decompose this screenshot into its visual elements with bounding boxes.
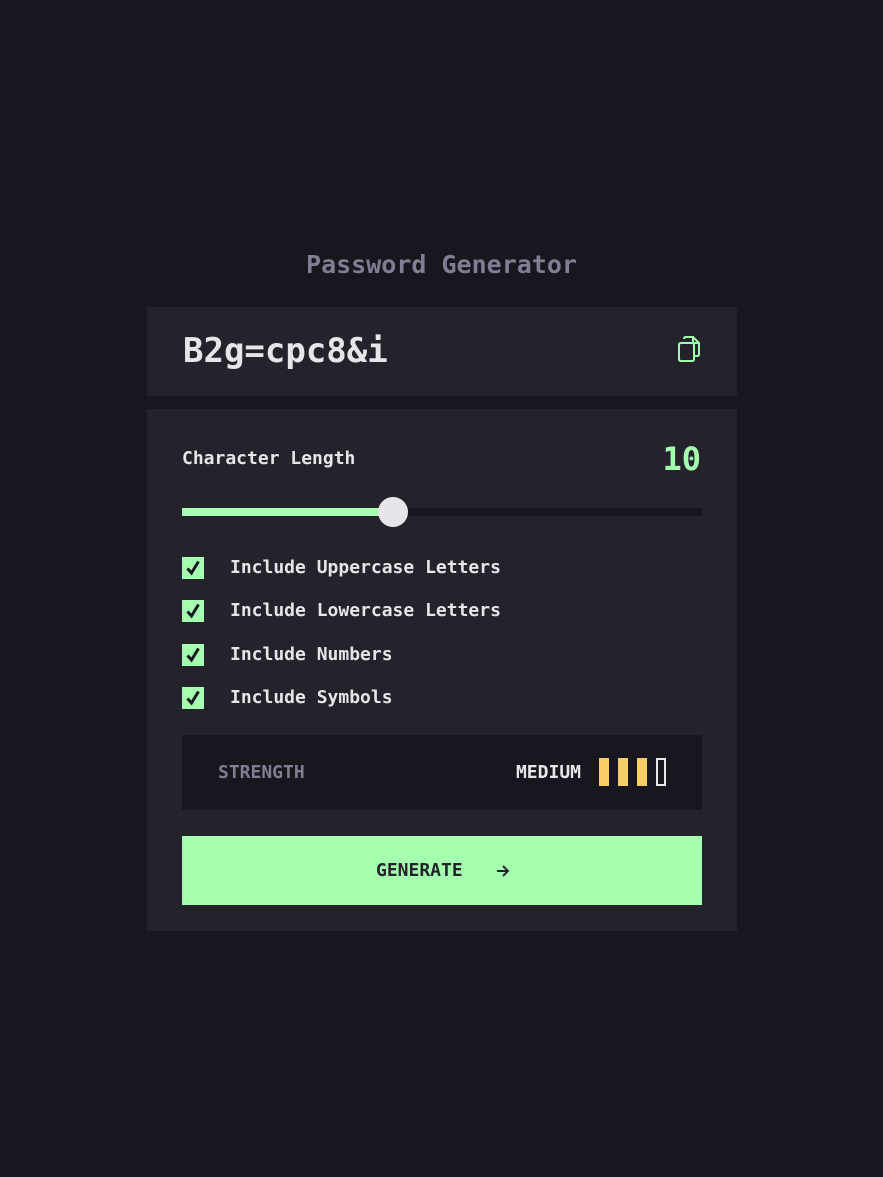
app-title: Password Generator: [306, 250, 577, 279]
generate-button[interactable]: GENERATE: [182, 836, 702, 905]
option-label-lowercase: Include Lowercase Letters: [230, 600, 501, 621]
option-label-symbols: Include Symbols: [230, 687, 393, 708]
checkmark-icon: [186, 603, 200, 619]
strength-bars: [599, 758, 667, 787]
slider-thumb[interactable]: [377, 497, 408, 527]
checkmark-icon: [186, 560, 200, 576]
copy-button[interactable]: [677, 336, 705, 368]
character-length-value: 10: [662, 440, 701, 478]
strength-bar: [656, 758, 666, 786]
checkmark-icon: [186, 690, 200, 706]
arrow-right-icon: [497, 865, 510, 877]
numbers-checkbox[interactable]: [182, 644, 204, 666]
settings-panel: Character Length 10 Include Uppercase Le…: [147, 409, 737, 931]
password-display: B2g=cpc8&i: [147, 307, 737, 396]
strength-bar: [637, 758, 647, 786]
lowercase-checkbox[interactable]: [182, 600, 204, 622]
strength-label: STRENGTH: [218, 762, 305, 783]
option-label-uppercase: Include Uppercase Letters: [230, 557, 501, 578]
strength-bar: [618, 758, 628, 786]
length-slider[interactable]: [182, 497, 702, 527]
character-length-label: Character Length: [182, 448, 356, 469]
generated-password: B2g=cpc8&i: [183, 331, 388, 371]
symbols-checkbox[interactable]: [182, 687, 204, 709]
copy-icon: [678, 336, 700, 362]
option-label-numbers: Include Numbers: [230, 644, 393, 665]
slider-fill: [182, 508, 393, 516]
checkmark-icon: [186, 647, 200, 663]
strength-bar: [599, 758, 609, 786]
strength-meter: STRENGTH MEDIUM: [182, 735, 702, 810]
strength-value: MEDIUM: [515, 762, 581, 783]
uppercase-checkbox[interactable]: [182, 557, 204, 579]
generate-label: GENERATE: [376, 860, 463, 881]
